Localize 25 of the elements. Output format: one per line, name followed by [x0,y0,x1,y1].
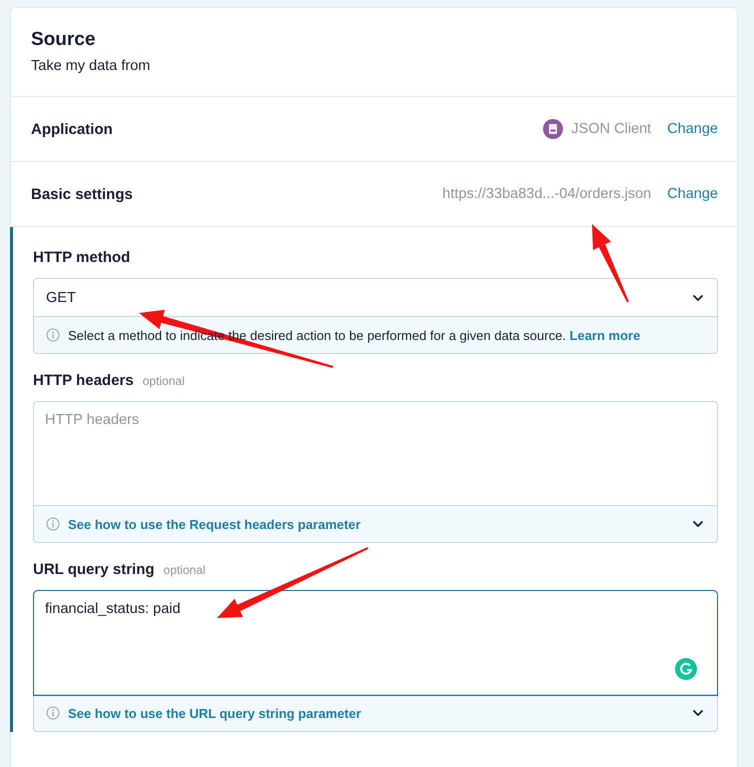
text-area[interactable]: financial_status: paid [34,591,717,695]
help-link[interactable]: See how to use the Request headers parameter [68,516,361,532]
field-label: HTTP method [33,249,130,266]
optional-label: optional [163,563,206,577]
info-icon [46,517,60,531]
field-label: HTTP headers [33,372,134,389]
row-value: JSON Client [571,121,652,137]
help-link[interactable]: See how to use the URL query string parameter [68,706,362,720]
chevron-down-icon[interactable] [692,520,704,528]
method-dropdown[interactable]: GET [34,279,717,317]
learn-more-link[interactable]: Learn more [570,328,640,342]
optional-label: optional [142,374,185,388]
section-subtitle: Take my data from [31,58,152,74]
row-label: Basic settings [31,186,133,202]
chevron-down-icon[interactable] [692,709,704,717]
change-link[interactable]: Change [667,186,718,202]
section-title: Source [31,29,96,51]
change-link[interactable]: Change [667,121,718,137]
field-label: URL query string [33,561,154,578]
info-icon [46,328,60,342]
text-area[interactable]: HTTP headers [34,402,717,506]
chevron-down-icon [692,294,704,302]
info-icon [46,706,60,720]
row-value: https://33ba83d...-04/orders.json [442,186,652,202]
row-label: Application [31,120,113,138]
